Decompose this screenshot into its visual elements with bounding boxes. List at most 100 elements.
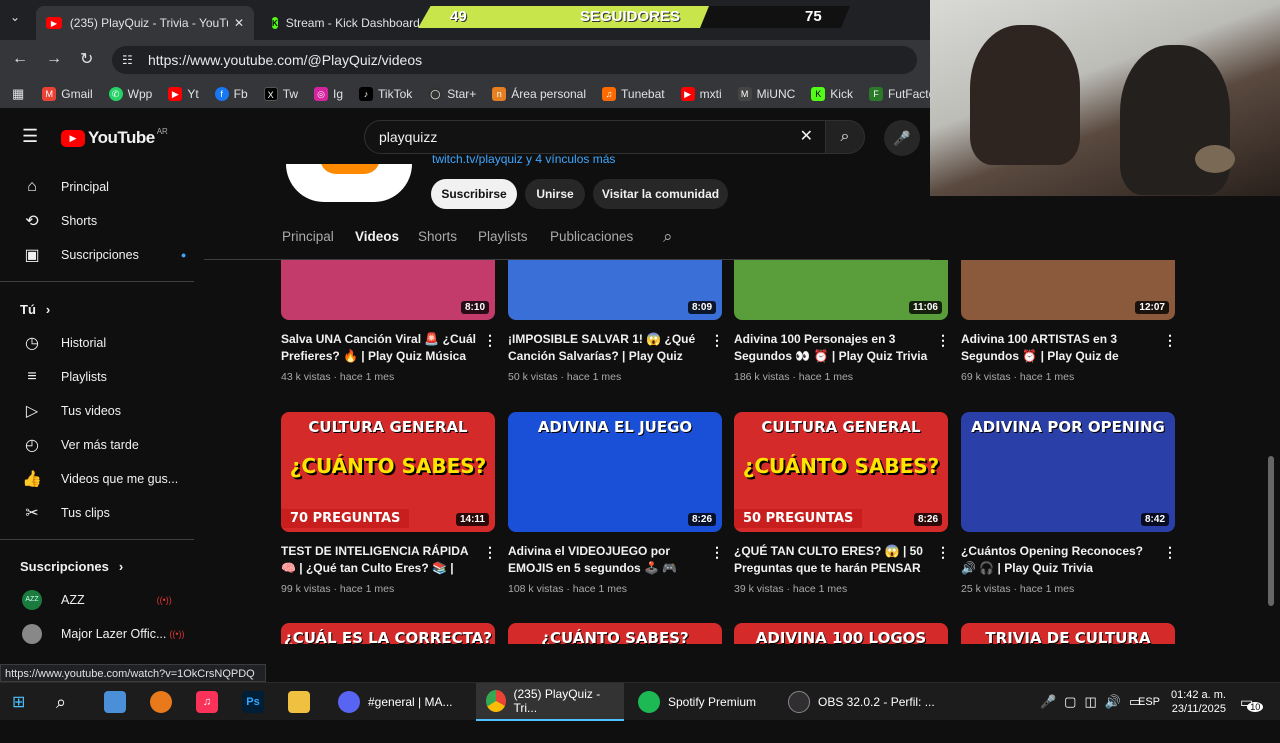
followers-banner-right bbox=[700, 6, 850, 28]
taskbar-spotify[interactable]: Spotify Premium bbox=[630, 683, 764, 721]
video-thumbnail[interactable]: ADIVINA EL JUEGO 8:26 bbox=[508, 412, 722, 532]
sidebar-item-history[interactable]: ◷ Historial bbox=[0, 326, 190, 360]
sidebar-item-shorts[interactable]: ⟲ Shorts bbox=[0, 204, 190, 238]
more-actions-icon[interactable]: ⋮ bbox=[936, 332, 950, 349]
tab-posts[interactable]: Publicaciones bbox=[550, 229, 633, 244]
followers-goal: 75 bbox=[805, 8, 822, 25]
channel-links[interactable]: twitch.tv/playquiz y 4 vínculos más bbox=[432, 152, 615, 166]
bookmark-gmail[interactable]: M Gmail bbox=[42, 87, 93, 101]
join-button[interactable]: Unirse bbox=[525, 179, 585, 209]
youtube-logo[interactable]: ▶ YouTube AR bbox=[61, 127, 168, 148]
video-title[interactable]: Adivina el VIDEOJUEGO por EMOJIS en 5 se… bbox=[508, 543, 704, 577]
voice-search-button[interactable]: 🎤 bbox=[884, 120, 920, 156]
apps-grid-icon[interactable]: ▦ bbox=[12, 86, 24, 102]
more-actions-icon[interactable]: ⋮ bbox=[1163, 332, 1177, 349]
scissors-icon: ✂ bbox=[25, 505, 39, 522]
system-tray[interactable]: 🎤▢◫🔊▭ bbox=[1040, 683, 1149, 721]
taskbar-app[interactable] bbox=[104, 683, 134, 721]
video-title[interactable]: Adivina 100 ARTISTAS en 3 Segundos ⏰ | P… bbox=[961, 331, 1157, 365]
video-thumbnail[interactable]: ADIVINA POR OPENING 8:42 bbox=[961, 412, 1175, 532]
bookmark-tiktok[interactable]: ♪ TikTok bbox=[359, 87, 412, 101]
taskbar-app[interactable] bbox=[288, 683, 318, 721]
tab-youtube[interactable]: ▶ (235) PlayQuiz - Trivia - YouTub ✕ bbox=[36, 6, 254, 40]
bookmark-fb[interactable]: f Fb bbox=[214, 87, 248, 101]
tab-home[interactable]: Principal bbox=[282, 229, 334, 244]
url-field[interactable]: ☷ https://www.youtube.com/@PlayQuiz/vide… bbox=[112, 46, 917, 74]
sidebar-item-liked-videos[interactable]: 👍 Videos que me gus... bbox=[0, 462, 190, 496]
sidebar-sub-major-lazer[interactable]: Major Lazer Offic... ((•)) bbox=[0, 617, 190, 651]
bookmark-yt[interactable]: ▶ Yt bbox=[168, 87, 199, 101]
bookmark-ig[interactable]: ◎ Ig bbox=[314, 87, 343, 101]
tab-shorts[interactable]: Shorts bbox=[418, 229, 457, 244]
video-thumbnail[interactable]: PERLAS NEGRAS · TROPICOQUE 8:10 bbox=[281, 260, 495, 320]
video-title[interactable]: ¿Cuántos Opening Reconoces? 🔊 🎧 | Play Q… bbox=[961, 543, 1157, 577]
sidebar-item-subscriptions[interactable]: ▣ Suscripciones ● bbox=[0, 238, 190, 272]
language-indicator[interactable]: ESP bbox=[1138, 683, 1160, 721]
bookmark-mxti[interactable]: ▶ mxti bbox=[680, 87, 722, 101]
taskbar-chrome[interactable]: (235) PlayQuiz - Tri... bbox=[476, 683, 624, 721]
sidebar-subscriptions-header[interactable]: Suscripciones › bbox=[0, 549, 190, 583]
more-actions-icon[interactable]: ⋮ bbox=[483, 544, 497, 561]
sidebar-item-your-videos[interactable]: ▷ Tus videos bbox=[0, 394, 190, 428]
video-thumbnail[interactable]: TU JARDÍN CON ENANITOS · TU SANCHO 8:09 bbox=[508, 260, 722, 320]
sidebar-item-clips[interactable]: ✂ Tus clips bbox=[0, 496, 190, 530]
bookmark-starplus[interactable]: ◯ Star+ bbox=[428, 87, 476, 101]
clock[interactable]: 01:42 a. m. 23/11/2025 bbox=[1170, 683, 1226, 721]
community-button[interactable]: Visitar la comunidad bbox=[593, 179, 728, 209]
reload-icon[interactable]: ↻ bbox=[80, 49, 93, 69]
more-actions-icon[interactable]: ⋮ bbox=[1163, 544, 1177, 561]
more-actions-icon[interactable]: ⋮ bbox=[936, 544, 950, 561]
sidebar-item-watch-later[interactable]: ◴ Ver más tarde bbox=[0, 428, 190, 462]
sidebar-you-header[interactable]: Tú › bbox=[0, 292, 190, 326]
site-info-icon[interactable]: ☷ bbox=[122, 46, 133, 74]
video-title[interactable]: Adivina 100 Personajes en 3 Segundos 👀 ⏰… bbox=[734, 331, 930, 365]
search-input[interactable]: playquizz ✕ bbox=[364, 120, 826, 154]
tab-videos[interactable]: Videos bbox=[355, 229, 399, 244]
chevron-right-icon: › bbox=[118, 558, 124, 574]
start-button[interactable]: ⊞ bbox=[12, 683, 25, 721]
back-icon[interactable]: ← bbox=[12, 50, 28, 68]
video-thumbnail[interactable]: 11:06 bbox=[734, 260, 948, 320]
taskbar-app[interactable] bbox=[150, 683, 180, 721]
hamburger-menu-icon[interactable]: ☰ bbox=[22, 126, 38, 147]
bookmark-kick[interactable]: K Kick bbox=[811, 87, 853, 101]
followers-label: SEGUIDORES bbox=[580, 8, 681, 25]
video-title[interactable]: ¡IMPOSIBLE SALVAR 1! 😱 ¿Qué Canción Salv… bbox=[508, 331, 704, 365]
bookmark-tunebat[interactable]: ♫ Tunebat bbox=[602, 87, 665, 101]
sidebar-item-playlists[interactable]: ≡ Playlists bbox=[0, 360, 190, 394]
taskbar-obs[interactable]: OBS 32.0.2 - Perfil: ... bbox=[780, 683, 943, 721]
video-thumbnail[interactable]: 12:07 bbox=[961, 260, 1175, 320]
taskbar-app[interactable]: Ps bbox=[242, 683, 272, 721]
bookmark-miunc[interactable]: M MiUNC bbox=[737, 87, 795, 101]
bookmark-tw[interactable]: X Tw bbox=[263, 87, 298, 101]
bookmark-area-personal[interactable]: n Área personal bbox=[492, 87, 586, 101]
bookmark-wpp[interactable]: ✆ Wpp bbox=[108, 87, 152, 101]
channel-avatar[interactable] bbox=[286, 164, 412, 202]
notifications-button[interactable]: ▭ 10 bbox=[1240, 683, 1264, 721]
more-actions-icon[interactable]: ⋮ bbox=[483, 332, 497, 349]
close-tab-icon[interactable]: ✕ bbox=[234, 16, 244, 30]
more-actions-icon[interactable]: ⋮ bbox=[710, 544, 724, 561]
sidebar-sub-azz[interactable]: AZZ AZZ ((•)) bbox=[0, 583, 190, 617]
search-button[interactable]: ⌕ bbox=[825, 120, 865, 154]
taskbar-app[interactable]: ♫ bbox=[196, 683, 226, 721]
taskbar-discord[interactable]: #general | MA... bbox=[330, 683, 461, 721]
video-title[interactable]: ¿QUÉ TAN CULTO ERES? 😱 | 50 Preguntas qu… bbox=[734, 543, 930, 577]
more-actions-icon[interactable]: ⋮ bbox=[710, 332, 724, 349]
video-title[interactable]: Salva UNA Canción Viral 🚨 ¿Cuál Prefiere… bbox=[281, 331, 477, 365]
bookmark-futfacto[interactable]: F FutFacto bbox=[868, 87, 935, 101]
tab-kick[interactable]: K Stream - Kick Dashboard bbox=[262, 6, 422, 40]
tab-playlists[interactable]: Playlists bbox=[478, 229, 528, 244]
video-thumbnail[interactable]: CULTURA GENERAL ¿CUÁNTO SABES? 50 PREGUNTA… bbox=[734, 412, 948, 532]
page-scrollbar[interactable] bbox=[1268, 456, 1274, 606]
tab-list-chevron-icon[interactable]: ⌄ bbox=[10, 10, 20, 24]
search-button-taskbar[interactable]: ⌕ bbox=[56, 683, 66, 721]
clear-search-icon[interactable]: ✕ bbox=[800, 121, 813, 153]
video-title[interactable]: TEST DE INTELIGENCIA RÁPIDA 🧠 | ¿Qué tan… bbox=[281, 543, 477, 577]
sidebar-item-home[interactable]: ⌂ Principal bbox=[0, 170, 190, 204]
forward-icon[interactable]: → bbox=[46, 50, 62, 68]
channel-search-icon[interactable]: ⌕ bbox=[663, 227, 673, 247]
bookmarks-bar: ▦ M Gmail ✆ Wpp ▶ Yt f Fb X Tw ◎ Ig ♪ TikTok ◯ S… bbox=[0, 80, 935, 108]
subscribe-button[interactable]: Suscribirse bbox=[431, 179, 517, 209]
video-thumbnail[interactable]: CULTURA GENERAL ¿CUÁNTO SABES? 70 PREGUNTA… bbox=[281, 412, 495, 532]
